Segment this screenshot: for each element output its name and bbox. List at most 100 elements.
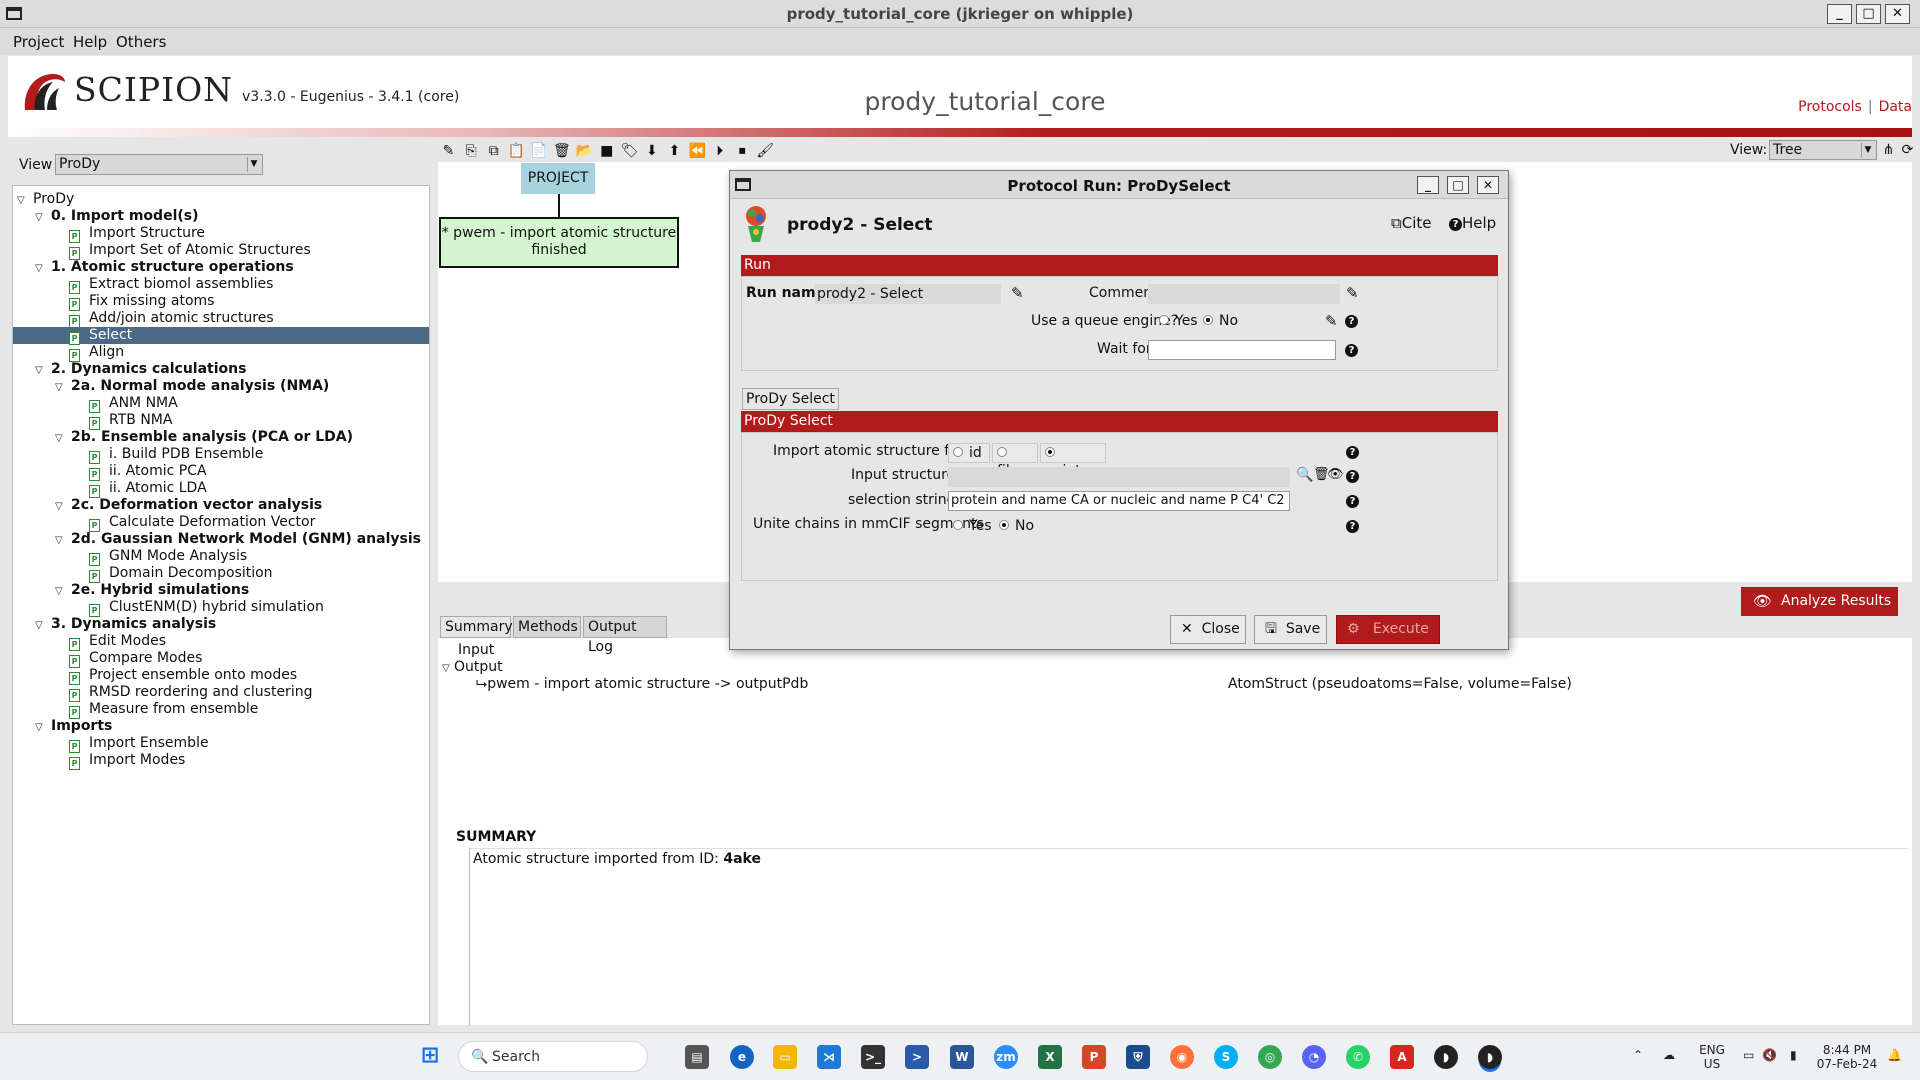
stop-icon[interactable]: ■	[598, 142, 615, 160]
close-button[interactable]: ✕ Close	[1170, 615, 1246, 644]
clock[interactable]: 8:44 PM 07-Feb-24	[1815, 1043, 1879, 1071]
security-icon[interactable]: ⛨	[1126, 1045, 1150, 1069]
help-icon[interactable]: ?	[1345, 315, 1358, 328]
rewind-icon[interactable]: ⏪	[689, 142, 706, 160]
windows-start-icon[interactable]: ⊞	[418, 1045, 442, 1069]
tab-summary[interactable]: Summary	[440, 616, 513, 638]
maximize-button[interactable]: □	[1856, 4, 1881, 24]
protocol-tree[interactable]: ▽ ProDy ▽ 0. Import model(s) P Import Structu…	[12, 185, 430, 1025]
expand-collapse-icon[interactable]: ▽	[55, 430, 67, 447]
copy-icon[interactable]: ⎘	[463, 142, 480, 160]
expand-collapse-icon[interactable]: ▽	[35, 362, 47, 379]
selection-string-input[interactable]	[948, 491, 1290, 511]
tree-protocol[interactable]: Pi. Build PDB Ensemble	[89, 446, 263, 464]
scipion-active-taskbar-icon[interactable]: ◗	[1478, 1045, 1502, 1069]
expand-collapse-icon[interactable]: ▽	[35, 617, 47, 634]
tree-folder[interactable]: ▽ 2e. Hybrid simulations	[55, 582, 249, 599]
graph-view-select[interactable]: Tree ▼	[1769, 140, 1877, 160]
chrome-icon[interactable]: ◎	[1258, 1045, 1282, 1069]
tree-protocol[interactable]: P Compare Modes	[69, 650, 202, 668]
whatsapp-icon[interactable]: ✆	[1346, 1045, 1370, 1069]
run-name-input[interactable]	[815, 284, 1001, 304]
help-icon[interactable]: ?	[1346, 520, 1359, 533]
tree-protocol[interactable]: P Fix missing atoms	[69, 293, 214, 311]
task-view-icon[interactable]: ▤	[685, 1045, 709, 1069]
save-button[interactable]: 🖫 Save	[1254, 615, 1327, 644]
taskbar-search[interactable]: 🔍 Search	[458, 1041, 648, 1072]
stop-circle-icon[interactable]: ⏹	[734, 142, 751, 160]
import-option-file[interactable]: file	[992, 443, 1038, 479]
search-icon[interactable]: 🔍	[1296, 467, 1313, 483]
tab-prody-select[interactable]: ProDy Select	[742, 388, 839, 410]
tree-protocol[interactable]: P Import Modes	[69, 752, 185, 770]
tree-protocol[interactable]: P Add/join atomic structures	[69, 310, 274, 328]
eye-icon[interactable]: 👁	[1327, 467, 1344, 482]
input-node[interactable]: Input	[458, 642, 494, 658]
close-window-button[interactable]: ✕	[1885, 4, 1910, 24]
volume-icon[interactable]: 🔇	[1762, 1048, 1777, 1062]
analyze-results-button[interactable]: 👁 Analyze Results	[1741, 587, 1898, 616]
vscode-icon[interactable]: ⋊	[817, 1045, 841, 1069]
file-explorer-icon[interactable]: ▭	[773, 1045, 797, 1069]
up-arrow-icon[interactable]: ⬆	[666, 142, 683, 160]
expand-collapse-icon[interactable]: ▽	[55, 498, 67, 515]
unite-no-radio[interactable]	[999, 520, 1009, 530]
notifications-icon[interactable]: 🔔	[1887, 1048, 1902, 1062]
firefox-icon[interactable]: ◉	[1170, 1045, 1194, 1069]
output-item[interactable]: ⮡pwem - import atomic structure -> outpu…	[476, 676, 808, 692]
tree-protocol[interactable]: P ANM NMA	[89, 395, 178, 413]
terminal-icon[interactable]: >_	[861, 1045, 885, 1069]
tree-protocol[interactable]: P GNM Mode Analysis	[89, 548, 247, 566]
data-link[interactable]: Data	[1879, 99, 1912, 115]
tree-protocol[interactable]: P Extract biomol assemblies	[69, 276, 273, 294]
powershell-icon[interactable]: >	[905, 1045, 929, 1069]
expand-collapse-icon[interactable]: ▽	[35, 260, 47, 277]
tree-folder[interactable]: ▽ 2a. Normal mode analysis (NMA)	[55, 378, 329, 395]
expand-collapse-icon[interactable]: ▽	[55, 583, 67, 600]
import-id-radio[interactable]	[953, 447, 963, 457]
unite-no-option[interactable]: No	[999, 518, 1034, 534]
input-structure-field[interactable]	[948, 467, 1290, 487]
expand-collapse-icon[interactable]: ▽	[35, 719, 47, 736]
edge-browser-icon[interactable]: e	[730, 1045, 754, 1069]
acrobat-icon[interactable]: A	[1390, 1045, 1414, 1069]
edit-comment-icon[interactable]: ✎	[1346, 284, 1359, 302]
tree-protocol[interactable]: P Measure from ensemble	[69, 701, 258, 719]
edit-run-name-icon[interactable]: ✎	[1011, 284, 1024, 302]
tree-layout-icon[interactable]: ⋔	[1880, 141, 1897, 159]
tree-protocol[interactable]: Pii. Atomic PCA	[89, 463, 207, 481]
refresh-icon[interactable]: ⟳	[1899, 141, 1916, 159]
tab-output-log[interactable]: Output Log	[583, 616, 667, 655]
brush-icon[interactable]: 🖌	[756, 142, 774, 160]
queue-yes-option[interactable]: Yes	[1159, 313, 1198, 329]
protocols-link[interactable]: Protocols	[1798, 99, 1862, 115]
play-icon[interactable]: ⏵	[711, 142, 728, 160]
help-icon[interactable]: ?	[1346, 446, 1359, 459]
output-node[interactable]: ▽ Output	[442, 659, 503, 675]
tree-protocol[interactable]: P Import Ensemble	[69, 735, 209, 753]
down-arrow-icon[interactable]: ⬇	[643, 142, 660, 160]
tree-folder[interactable]: ▽ 2c. Deformation vector analysis	[55, 497, 322, 514]
menu-others[interactable]: Others	[116, 33, 166, 51]
display-icon[interactable]: ▭	[1743, 1048, 1754, 1062]
open-folder-icon[interactable]: 📂	[576, 142, 593, 160]
project-node[interactable]: PROJECT	[521, 163, 595, 194]
unite-yes-option[interactable]: Yes	[953, 518, 992, 534]
help-button[interactable]: ? Help	[1449, 214, 1496, 232]
tree-protocol[interactable]: P ClustENM(D) hybrid simulation	[89, 599, 324, 617]
tag-icon[interactable]: 🏷	[621, 142, 639, 160]
dialog-minimize-button[interactable]: _	[1417, 176, 1439, 194]
tree-folder[interactable]: ▽ 1. Atomic structure operations	[35, 259, 294, 276]
tree-protocol[interactable]: P Import Set of Atomic Structures	[69, 242, 311, 260]
expand-collapse-icon[interactable]: ▽	[17, 192, 29, 209]
tree-protocol[interactable]: P Edit Modes	[69, 633, 166, 651]
import-option-id[interactable]: id	[948, 443, 990, 463]
delete-icon[interactable]: 🗑	[553, 142, 571, 160]
run-node[interactable]: * pwem - import atomic structure finishe…	[439, 217, 679, 268]
dialog-maximize-button[interactable]: □	[1447, 176, 1469, 194]
language-indicator[interactable]: ENG US	[1695, 1043, 1729, 1071]
menu-help[interactable]: Help	[73, 33, 107, 51]
network-icon[interactable]: ☁	[1663, 1048, 1675, 1062]
tree-folder[interactable]: ▽ 2d. Gaussian Network Model (GNM) analys…	[55, 531, 421, 548]
import-option-pointer[interactable]: pointer	[1040, 443, 1106, 479]
